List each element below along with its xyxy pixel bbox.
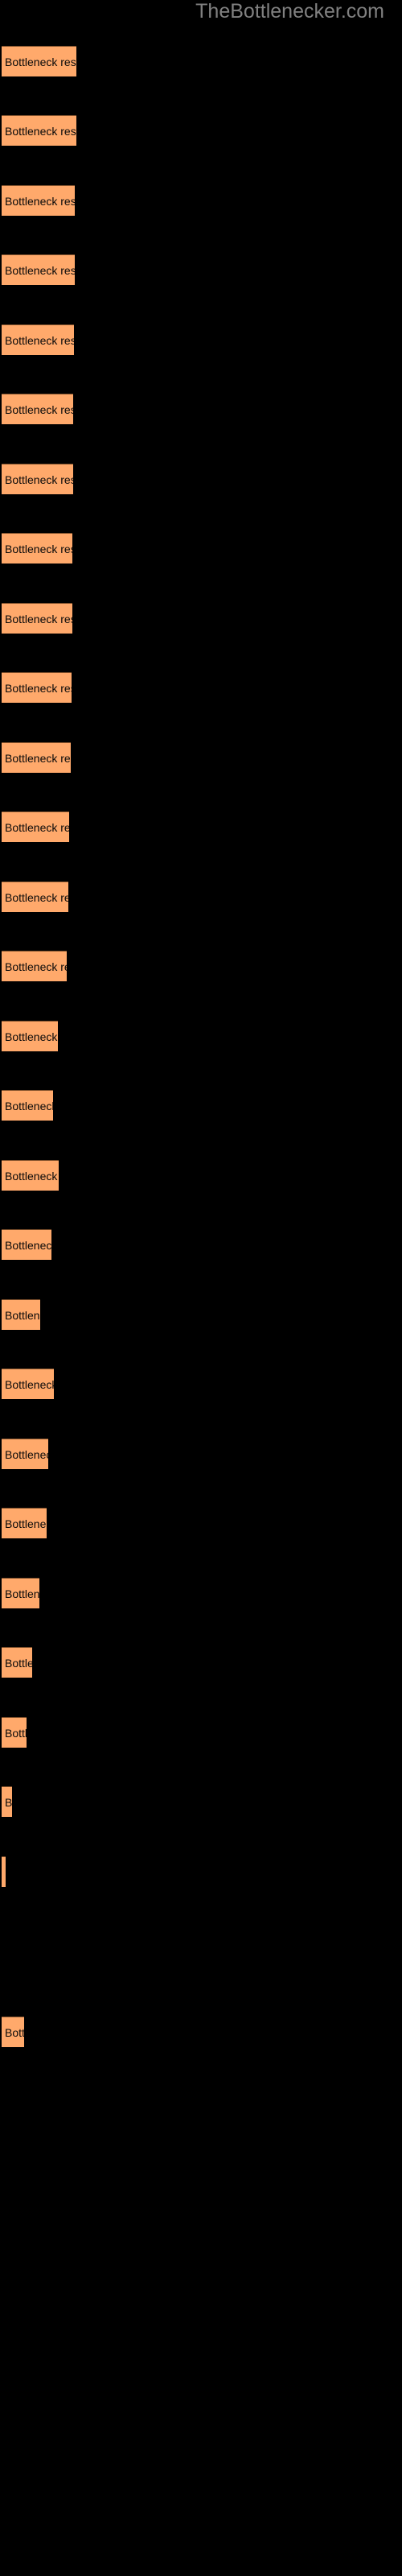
- bar-label: Bottleneck result: [5, 263, 75, 277]
- bar-22[interactable]: Bottleneck result: [2, 1508, 47, 1538]
- bars-layer: Bottleneck result Bottleneck result Bottle…: [0, 0, 402, 2576]
- bar-row: Bottleneck result: [0, 2017, 402, 2048]
- bar-19[interactable]: Bottleneck result: [2, 1299, 40, 1330]
- bar-row: Bottleneck result: [0, 1368, 402, 1400]
- bar-row: Bottleneck result: [0, 1578, 402, 1609]
- bar-row: Bottleneck result: [0, 1856, 402, 1888]
- bar-label: Bottleneck result: [5, 1238, 51, 1252]
- bar-label: Bottleneck result: [5, 194, 75, 208]
- bar-row: Bottleneck result: [0, 1090, 402, 1121]
- bar-label: Bottleneck result: [5, 1099, 53, 1113]
- bar-row: Bottleneck result: [0, 672, 402, 704]
- bar-29[interactable]: Bottleneck result: [2, 2017, 24, 2047]
- bar-row: Bottleneck result: [0, 1229, 402, 1261]
- bar-25[interactable]: Bottleneck result: [2, 1717, 27, 1748]
- bar-row: Bottleneck result: [0, 951, 402, 982]
- bar-24[interactable]: Bottleneck result: [2, 1647, 32, 1678]
- bar-label: Bottleneck result: [5, 1517, 47, 1530]
- bar-8[interactable]: Bottleneck result: [2, 533, 72, 564]
- bar-label: Bottleneck result: [5, 1377, 54, 1391]
- bar-23[interactable]: Bottleneck result: [2, 1578, 39, 1608]
- bar-17[interactable]: Bottleneck result: [2, 1160, 59, 1191]
- bar-row: Bottleneck result: [0, 394, 402, 425]
- bar-label: Bottleneck result: [5, 1169, 59, 1183]
- bar-label: Bottleneck result: [5, 124, 76, 138]
- bar-row: Bottleneck result: [0, 742, 402, 774]
- bar-label: Bottleneck result: [5, 1030, 58, 1043]
- bar-10[interactable]: Bottleneck result: [2, 672, 72, 703]
- bar-13[interactable]: Bottleneck result: [2, 881, 68, 912]
- bar-row: Bottleneck result: [0, 185, 402, 217]
- bar-row: Bottleneck result: [0, 1160, 402, 1191]
- bar-row: Bottleneck result: [0, 1508, 402, 1539]
- bar-16[interactable]: Bottleneck result: [2, 1090, 53, 1121]
- bar-label: Bottleneck result: [5, 612, 72, 625]
- bar-label: Bottleneck result: [5, 1447, 48, 1461]
- bar-row: Bottleneck result: [0, 115, 402, 147]
- bar-row: Bottleneck result: [0, 533, 402, 564]
- bar-label: Bottleneck result: [5, 1656, 32, 1670]
- bar-3[interactable]: Bottleneck result: [2, 185, 75, 216]
- bar-14[interactable]: Bottleneck result: [2, 951, 67, 981]
- bar-label: Bottleneck result: [5, 333, 74, 347]
- bar-row: Bottleneck result: [0, 1299, 402, 1331]
- bar-label: Bottleneck result: [5, 1308, 40, 1322]
- bar-27[interactable]: Bottleneck result: [2, 1856, 6, 1887]
- bar-row: Bottleneck result: [0, 881, 402, 913]
- bar-row: Bottleneck result: [0, 254, 402, 286]
- bar-row: Bottleneck result: [0, 1647, 402, 1678]
- bar-7[interactable]: Bottleneck result: [2, 464, 73, 494]
- bar-label: Bottleneck result: [5, 2025, 24, 2039]
- bar-row: Bottleneck result: [0, 1439, 402, 1470]
- bar-row: Bottleneck result: [0, 1717, 402, 1748]
- bar-row: Bottleneck result: [0, 464, 402, 495]
- bar-2[interactable]: Bottleneck result: [2, 115, 76, 146]
- bar-row: [0, 1926, 402, 1957]
- bar-label: Bottleneck result: [5, 1866, 6, 1879]
- bar-5[interactable]: Bottleneck result: [2, 324, 74, 355]
- bar-4[interactable]: Bottleneck result: [2, 254, 75, 285]
- bar-12[interactable]: Bottleneck result: [2, 811, 69, 842]
- bar-label: Bottleneck result: [5, 820, 69, 834]
- bar-row: Bottleneck result: [0, 1021, 402, 1052]
- bar-1[interactable]: Bottleneck result: [2, 46, 76, 76]
- bar-21[interactable]: Bottleneck result: [2, 1439, 48, 1469]
- bar-label: Bottleneck result: [5, 1795, 12, 1809]
- bar-row: Bottleneck result: [0, 324, 402, 356]
- bar-26[interactable]: Bottleneck result: [2, 1786, 12, 1817]
- bar-6[interactable]: Bottleneck result: [2, 394, 73, 424]
- bar-9[interactable]: Bottleneck result: [2, 603, 72, 634]
- bar-label: Bottleneck result: [5, 473, 73, 486]
- bar-label: Bottleneck result: [5, 55, 76, 68]
- bar-label: Bottleneck result: [5, 402, 73, 416]
- bar-row: Bottleneck result: [0, 46, 402, 77]
- bar-20[interactable]: Bottleneck result: [2, 1368, 54, 1399]
- bar-row: Bottleneck result: [0, 811, 402, 843]
- bar-label: Bottleneck result: [5, 751, 71, 765]
- bottleneck-bar-chart: TheBottlenecker.com Bottleneck resultBot…: [0, 0, 402, 2576]
- bar-label: Bottleneck result: [5, 1587, 39, 1600]
- bar-label: Bottleneck result: [5, 542, 72, 555]
- bar-11[interactable]: Bottleneck result: [2, 742, 71, 773]
- bar-15[interactable]: Bottleneck result: [2, 1021, 58, 1051]
- bar-label: Bottleneck result: [5, 960, 67, 973]
- bar-row: Bottleneck result: [0, 1786, 402, 1818]
- bar-18[interactable]: Bottleneck result: [2, 1229, 51, 1260]
- bar-label: Bottleneck result: [5, 1726, 27, 1740]
- bar-row: Bottleneck result: [0, 603, 402, 634]
- bar-label: Bottleneck result: [5, 681, 72, 695]
- bar-label: Bottleneck result: [5, 890, 68, 904]
